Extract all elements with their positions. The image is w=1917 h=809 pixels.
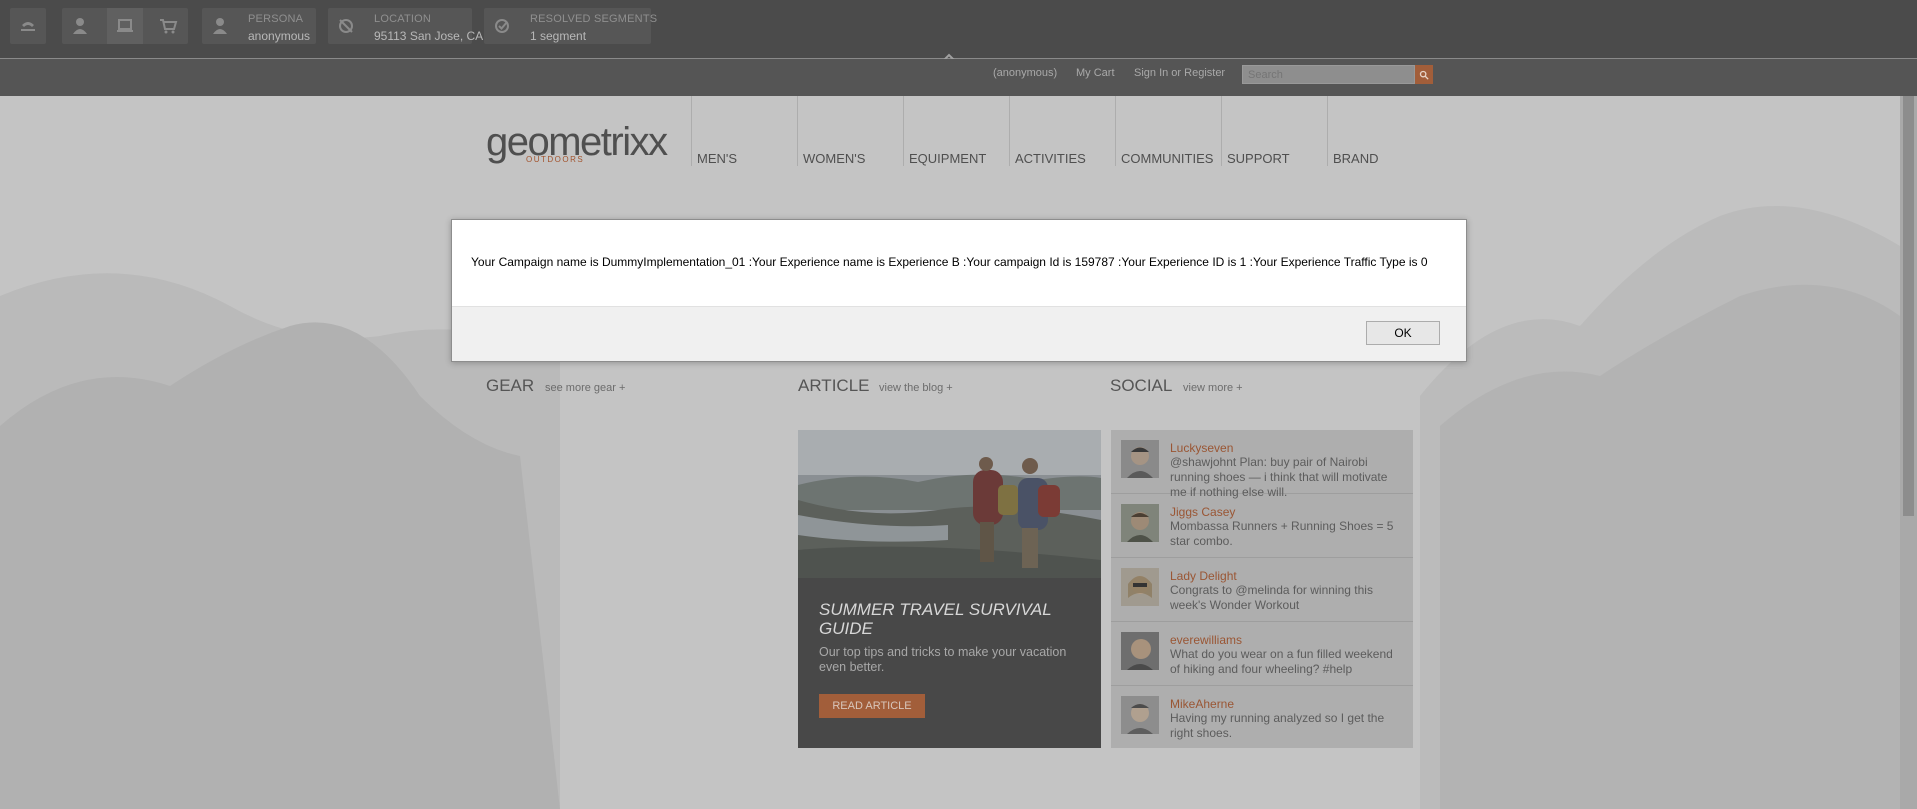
modal-overlay: [0, 0, 1917, 809]
alert-dialog: Your Campaign name is DummyImplementatio…: [451, 219, 1467, 362]
alert-message: Your Campaign name is DummyImplementatio…: [471, 255, 1428, 269]
alert-footer: OK: [452, 306, 1466, 361]
ok-button[interactable]: OK: [1366, 321, 1440, 345]
